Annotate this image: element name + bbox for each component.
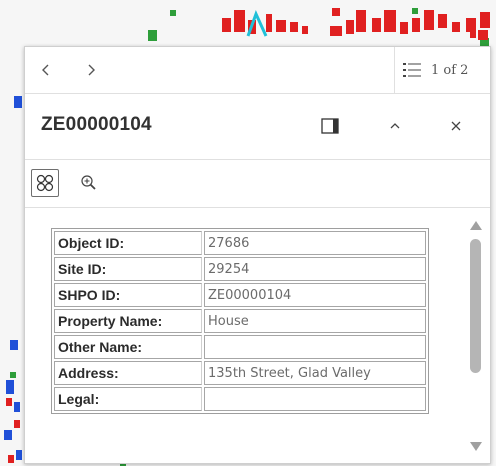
- attribute-label: Object ID:: [54, 231, 202, 255]
- attribute-value: [204, 387, 426, 411]
- zoom-to-icon: [81, 175, 96, 190]
- attribute-value: 29254: [204, 257, 426, 281]
- attribute-value: 135th Street, Glad Valley: [204, 361, 426, 385]
- attribute-row: Other Name:: [54, 335, 426, 359]
- dock-icon: [321, 118, 339, 134]
- attribute-row: SHPO ID: ZE00000104: [54, 283, 426, 307]
- next-feature-button[interactable]: [80, 59, 102, 81]
- attribute-label: Other Name:: [54, 335, 202, 359]
- attribute-value: ZE00000104: [204, 283, 426, 307]
- chevron-up-icon: [390, 123, 400, 129]
- scroll-up-arrow[interactable]: [470, 221, 482, 230]
- select-feature-button[interactable]: [31, 169, 59, 197]
- attribute-row: Object ID: 27686: [54, 231, 426, 255]
- popup-title: ZE00000104: [41, 114, 152, 135]
- attribute-label: Legal:: [54, 387, 202, 411]
- attribute-table: Object ID: 27686 Site ID: 29254 SHPO ID: ZE00…: [51, 228, 429, 414]
- select-feature-icon: [36, 174, 54, 192]
- feature-count: 1 of 2: [431, 62, 469, 78]
- popup-toolbar: [25, 160, 490, 208]
- attribute-value: 27686: [204, 231, 426, 255]
- list-icon: [403, 63, 421, 77]
- zoom-to-button[interactable]: [75, 169, 103, 197]
- attribute-row: Legal:: [54, 387, 426, 411]
- popup-navigation-bar: 1 of 2: [25, 47, 490, 94]
- attribute-row: Property Name: House: [54, 309, 426, 333]
- scroll-thumb[interactable]: [470, 239, 481, 373]
- attribute-row: Site ID: 29254: [54, 257, 426, 281]
- popup-header: ZE00000104: [25, 94, 490, 160]
- chevron-right-icon: [88, 64, 95, 76]
- attribute-label: SHPO ID:: [54, 283, 202, 307]
- attribute-value: [204, 335, 426, 359]
- close-icon: [451, 121, 461, 131]
- popup-content[interactable]: Object ID: 27686 Site ID: 29254 SHPO ID: ZE00…: [25, 208, 490, 463]
- attribute-value: House: [204, 309, 426, 333]
- content-scrollbar[interactable]: [468, 215, 482, 455]
- close-button[interactable]: [444, 114, 468, 138]
- attribute-label: Address:: [54, 361, 202, 385]
- dock-button[interactable]: [318, 114, 342, 138]
- feature-popup: 1 of 2 ZE00000104 Object ID: 27686 Site …: [24, 46, 491, 464]
- attribute-label: Property Name:: [54, 309, 202, 333]
- chevron-left-icon: [42, 64, 49, 76]
- collapse-button[interactable]: [383, 114, 407, 138]
- attribute-row: Address: 135th Street, Glad Valley: [54, 361, 426, 385]
- scroll-down-arrow[interactable]: [470, 442, 482, 451]
- attribute-label: Site ID:: [54, 257, 202, 281]
- previous-feature-button[interactable]: [35, 59, 57, 81]
- feature-list-button[interactable]: 1 of 2: [394, 47, 490, 93]
